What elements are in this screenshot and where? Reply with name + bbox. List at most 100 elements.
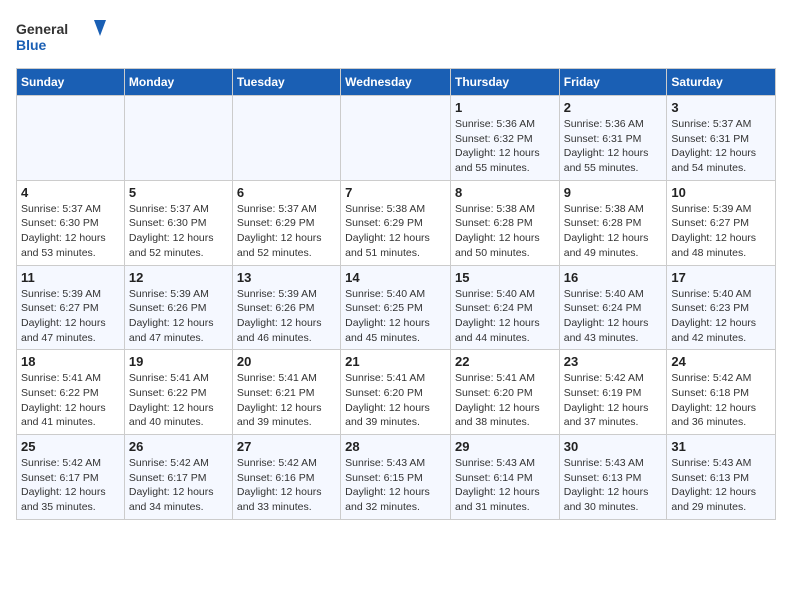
day-number: 21 (345, 354, 446, 369)
day-number: 13 (237, 270, 336, 285)
day-info: Sunrise: 5:41 AM Sunset: 6:20 PM Dayligh… (455, 371, 555, 430)
week-row-5: 25 Sunrise: 5:42 AM Sunset: 6:17 PM Dayli… (17, 435, 776, 520)
day-info: Sunrise: 5:43 AM Sunset: 6:14 PM Dayligh… (455, 456, 555, 515)
week-row-1: 1Sunrise: 5:36 AM Sunset: 6:32 PM Daylig… (17, 96, 776, 181)
calendar-cell (341, 96, 451, 181)
day-number: 7 (345, 185, 446, 200)
week-row-3: 11 Sunrise: 5:39 AM Sunset: 6:27 PM Dayli… (17, 265, 776, 350)
day-info: Sunrise: 5:38 AM Sunset: 6:28 PM Dayligh… (564, 202, 663, 261)
day-info: Sunrise: 5:42 AM Sunset: 6:17 PM Dayligh… (21, 456, 120, 515)
calendar-cell: 2 Sunrise: 5:36 AM Sunset: 6:31 PM Daylig… (559, 96, 667, 181)
calendar-cell: 27Sunrise: 5:42 AM Sunset: 6:16 PM Dayli… (232, 435, 340, 520)
calendar-table: SundayMondayTuesdayWednesdayThursdayFrid… (16, 68, 776, 520)
day-number: 5 (129, 185, 228, 200)
calendar-cell (124, 96, 232, 181)
calendar-cell: 24 Sunrise: 5:42 AM Sunset: 6:18 PM Dayli… (667, 350, 776, 435)
day-info: Sunrise: 5:43 AM Sunset: 6:15 PM Dayligh… (345, 456, 446, 515)
calendar-cell: 14 Sunrise: 5:40 AM Sunset: 6:25 PM Dayli… (341, 265, 451, 350)
day-number: 3 (671, 100, 771, 115)
day-info: Sunrise: 5:42 AM Sunset: 6:18 PM Dayligh… (671, 371, 771, 430)
header: General Blue (16, 16, 776, 56)
day-number: 31 (671, 439, 771, 454)
day-number: 11 (21, 270, 120, 285)
day-info: Sunrise: 5:38 AM Sunset: 6:28 PM Dayligh… (455, 202, 555, 261)
calendar-cell: 25 Sunrise: 5:42 AM Sunset: 6:17 PM Dayli… (17, 435, 125, 520)
logo: General Blue (16, 16, 106, 56)
svg-text:Blue: Blue (16, 37, 47, 53)
header-saturday: Saturday (667, 69, 776, 96)
day-number: 18 (21, 354, 120, 369)
day-number: 30 (564, 439, 663, 454)
calendar-cell: 28 Sunrise: 5:43 AM Sunset: 6:15 PM Dayli… (341, 435, 451, 520)
calendar-cell: 23Sunrise: 5:42 AM Sunset: 6:19 PM Dayli… (559, 350, 667, 435)
day-number: 23 (564, 354, 663, 369)
calendar-cell: 7 Sunrise: 5:38 AM Sunset: 6:29 PM Daylig… (341, 180, 451, 265)
day-number: 15 (455, 270, 555, 285)
day-number: 20 (237, 354, 336, 369)
day-info: Sunrise: 5:41 AM Sunset: 6:20 PM Dayligh… (345, 371, 446, 430)
day-number: 6 (237, 185, 336, 200)
day-info: Sunrise: 5:43 AM Sunset: 6:13 PM Dayligh… (671, 456, 771, 515)
day-number: 9 (564, 185, 663, 200)
day-number: 8 (455, 185, 555, 200)
week-row-4: 18 Sunrise: 5:41 AM Sunset: 6:22 PM Dayli… (17, 350, 776, 435)
day-number: 17 (671, 270, 771, 285)
calendar-cell: 8 Sunrise: 5:38 AM Sunset: 6:28 PM Daylig… (450, 180, 559, 265)
calendar-cell: 26Sunrise: 5:42 AM Sunset: 6:17 PM Dayli… (124, 435, 232, 520)
day-info: Sunrise: 5:36 AM Sunset: 6:31 PM Dayligh… (564, 117, 663, 176)
calendar-cell: 21 Sunrise: 5:41 AM Sunset: 6:20 PM Dayli… (341, 350, 451, 435)
calendar-cell: 16Sunrise: 5:40 AM Sunset: 6:24 PM Dayli… (559, 265, 667, 350)
calendar-cell: 13 Sunrise: 5:39 AM Sunset: 6:26 PM Dayli… (232, 265, 340, 350)
calendar-body: 1Sunrise: 5:36 AM Sunset: 6:32 PM Daylig… (17, 96, 776, 520)
day-info: Sunrise: 5:42 AM Sunset: 6:17 PM Dayligh… (129, 456, 228, 515)
day-info: Sunrise: 5:39 AM Sunset: 6:26 PM Dayligh… (129, 287, 228, 346)
header-wednesday: Wednesday (341, 69, 451, 96)
day-info: Sunrise: 5:39 AM Sunset: 6:27 PM Dayligh… (21, 287, 120, 346)
calendar-cell: 4 Sunrise: 5:37 AM Sunset: 6:30 PM Daylig… (17, 180, 125, 265)
calendar-cell: 19Sunrise: 5:41 AM Sunset: 6:22 PM Dayli… (124, 350, 232, 435)
day-number: 2 (564, 100, 663, 115)
svg-text:General: General (16, 21, 68, 37)
day-number: 12 (129, 270, 228, 285)
logo-svg: General Blue (16, 16, 106, 56)
calendar-cell: 6Sunrise: 5:37 AM Sunset: 6:29 PM Daylig… (232, 180, 340, 265)
calendar-cell (232, 96, 340, 181)
day-number: 24 (671, 354, 771, 369)
day-info: Sunrise: 5:38 AM Sunset: 6:29 PM Dayligh… (345, 202, 446, 261)
calendar-cell: 1Sunrise: 5:36 AM Sunset: 6:32 PM Daylig… (450, 96, 559, 181)
day-number: 25 (21, 439, 120, 454)
day-info: Sunrise: 5:42 AM Sunset: 6:16 PM Dayligh… (237, 456, 336, 515)
day-info: Sunrise: 5:40 AM Sunset: 6:24 PM Dayligh… (455, 287, 555, 346)
day-info: Sunrise: 5:40 AM Sunset: 6:25 PM Dayligh… (345, 287, 446, 346)
calendar-cell: 31 Sunrise: 5:43 AM Sunset: 6:13 PM Dayli… (667, 435, 776, 520)
calendar-cell: 20 Sunrise: 5:41 AM Sunset: 6:21 PM Dayli… (232, 350, 340, 435)
header-tuesday: Tuesday (232, 69, 340, 96)
day-number: 4 (21, 185, 120, 200)
day-number: 14 (345, 270, 446, 285)
calendar-cell (17, 96, 125, 181)
day-info: Sunrise: 5:43 AM Sunset: 6:13 PM Dayligh… (564, 456, 663, 515)
day-info: Sunrise: 5:36 AM Sunset: 6:32 PM Dayligh… (455, 117, 555, 176)
calendar-cell: 12 Sunrise: 5:39 AM Sunset: 6:26 PM Dayli… (124, 265, 232, 350)
calendar-cell: 18 Sunrise: 5:41 AM Sunset: 6:22 PM Dayli… (17, 350, 125, 435)
day-info: Sunrise: 5:37 AM Sunset: 6:30 PM Dayligh… (129, 202, 228, 261)
day-info: Sunrise: 5:41 AM Sunset: 6:21 PM Dayligh… (237, 371, 336, 430)
calendar-cell: 22Sunrise: 5:41 AM Sunset: 6:20 PM Dayli… (450, 350, 559, 435)
day-number: 28 (345, 439, 446, 454)
calendar-cell: 3Sunrise: 5:37 AM Sunset: 6:31 PM Daylig… (667, 96, 776, 181)
calendar-cell: 17 Sunrise: 5:40 AM Sunset: 6:23 PM Dayli… (667, 265, 776, 350)
day-info: Sunrise: 5:39 AM Sunset: 6:26 PM Dayligh… (237, 287, 336, 346)
calendar-cell: 10Sunrise: 5:39 AM Sunset: 6:27 PM Dayli… (667, 180, 776, 265)
calendar-cell: 29Sunrise: 5:43 AM Sunset: 6:14 PM Dayli… (450, 435, 559, 520)
calendar-cell: 11 Sunrise: 5:39 AM Sunset: 6:27 PM Dayli… (17, 265, 125, 350)
day-info: Sunrise: 5:40 AM Sunset: 6:23 PM Dayligh… (671, 287, 771, 346)
calendar-cell: 30 Sunrise: 5:43 AM Sunset: 6:13 PM Dayli… (559, 435, 667, 520)
calendar-cell: 15 Sunrise: 5:40 AM Sunset: 6:24 PM Dayli… (450, 265, 559, 350)
day-info: Sunrise: 5:37 AM Sunset: 6:30 PM Dayligh… (21, 202, 120, 261)
header-friday: Friday (559, 69, 667, 96)
calendar-cell: 9 Sunrise: 5:38 AM Sunset: 6:28 PM Daylig… (559, 180, 667, 265)
header-thursday: Thursday (450, 69, 559, 96)
day-number: 10 (671, 185, 771, 200)
day-info: Sunrise: 5:41 AM Sunset: 6:22 PM Dayligh… (21, 371, 120, 430)
day-number: 16 (564, 270, 663, 285)
